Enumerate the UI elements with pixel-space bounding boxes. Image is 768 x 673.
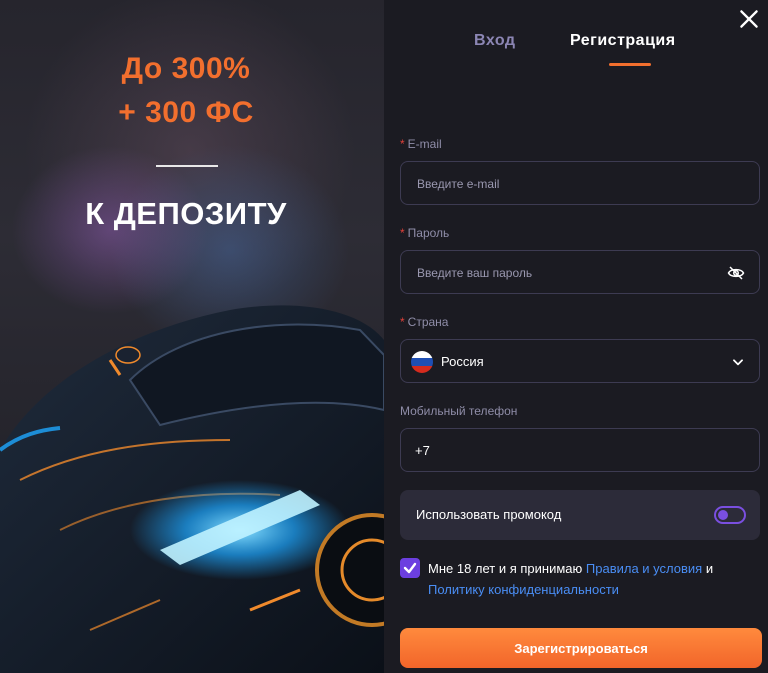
active-tab-indicator — [609, 63, 651, 66]
toggle-knob — [718, 510, 728, 520]
phone-label: Мобильный телефон — [400, 404, 518, 418]
privacy-link[interactable]: Политику конфиденциальности — [428, 582, 619, 597]
registration-modal: До 300% + 300 ФС К ДЕПОЗИТУ Вход Регистр… — [0, 0, 768, 673]
close-icon[interactable] — [736, 6, 762, 32]
chevron-down-icon — [733, 359, 743, 366]
password-placeholder: Введите ваш пароль — [417, 266, 533, 280]
eye-off-icon[interactable] — [727, 264, 745, 282]
email-label: * E-mail — [400, 137, 442, 151]
promo-free-spins: + 300 ФС — [118, 96, 254, 129]
terms-text: Мне 18 лет и я принимаю Правила и услови… — [428, 561, 714, 597]
terms-checkbox[interactable] — [400, 558, 420, 578]
country-value: Россия — [441, 354, 484, 369]
register-button[interactable]: Зарегистрироваться — [400, 628, 762, 668]
promocode-label: Использовать промокод — [416, 507, 562, 522]
promo-subtitle: К ДЕПОЗИТУ — [85, 196, 287, 231]
password-field[interactable]: Введите ваш пароль — [400, 250, 760, 294]
check-icon — [403, 562, 417, 574]
email-placeholder: Введите e-mail — [417, 177, 500, 191]
sports-car-image — [0, 305, 384, 673]
phone-field[interactable]: +7 — [400, 428, 760, 472]
tab-login[interactable]: Вход — [474, 32, 516, 50]
promocode-toggle[interactable] — [714, 506, 746, 524]
terms-link[interactable]: Правила и условия — [586, 561, 702, 576]
country-select[interactable]: Россия — [400, 339, 760, 383]
password-label: * Пароль — [400, 226, 450, 240]
promo-divider — [156, 165, 218, 167]
email-field[interactable]: Введите e-mail — [400, 161, 760, 205]
registration-form: Вход Регистрация * E-mail Введите e-mail … — [384, 0, 768, 673]
tab-register[interactable]: Регистрация — [570, 32, 676, 50]
ru-flag-icon — [411, 351, 433, 373]
phone-value: +7 — [415, 443, 430, 458]
promo-panel: До 300% + 300 ФС К ДЕПОЗИТУ — [0, 0, 384, 673]
auth-tabs: Вход Регистрация — [384, 0, 768, 70]
country-label: * Страна — [400, 315, 449, 329]
promocode-row: Использовать промокод — [400, 490, 760, 540]
promo-bonus-percent: До 300% — [121, 52, 251, 85]
